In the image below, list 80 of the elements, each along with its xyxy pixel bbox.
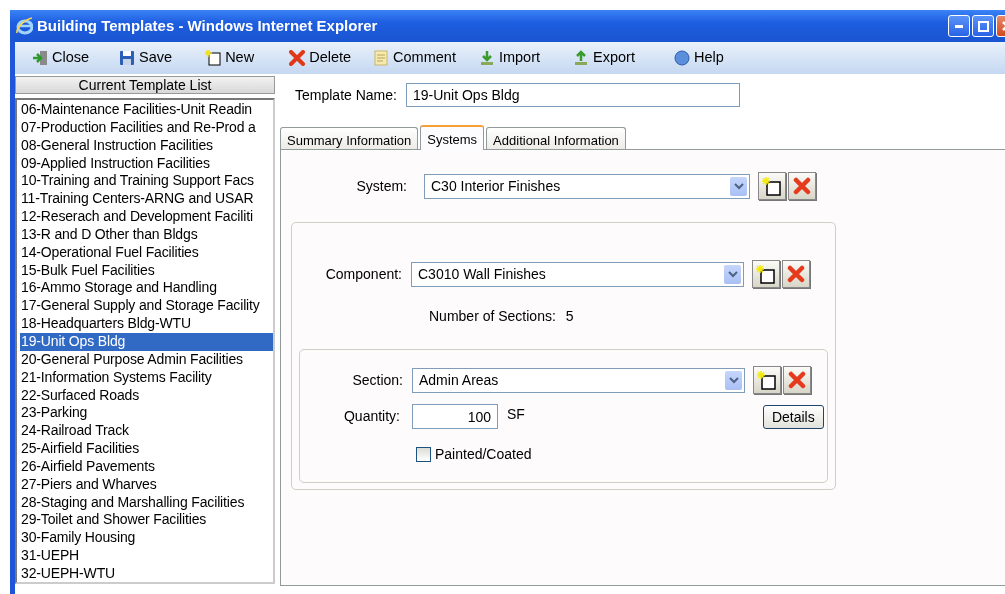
list-item[interactable]: 19-Unit Ops Bldg [20, 332, 273, 351]
x-mark-icon [788, 371, 806, 389]
list-item[interactable]: 31-UEPH [20, 547, 273, 565]
new-page-icon [762, 176, 782, 196]
exit-door-icon [32, 50, 48, 66]
tab[interactable]: Additional Information [486, 127, 626, 149]
browser-logo-icon [16, 17, 33, 35]
list-item[interactable]: 07-Production Facilities and Re-Prod a [20, 118, 273, 137]
list-item[interactable]: 28-Staging and Marshalling Facilities [20, 493, 273, 512]
template-name-field[interactable]: 19-Unit Ops Bldg [405, 83, 740, 107]
list-item[interactable]: 18-Headquarters Bldg-WTU [20, 315, 273, 333]
list-item[interactable]: 15-Bulk Fuel Facilities [20, 261, 273, 280]
field-label: System: [355, 176, 407, 196]
list-item[interactable]: 22-Surfaced Roads [20, 386, 273, 405]
dropdown[interactable]: C30 Interior Finishes [424, 173, 750, 199]
list-item[interactable]: 17-General Supply and Storage Facility [20, 297, 273, 316]
download-arrow-icon [478, 50, 495, 66]
list-item[interactable]: 32-UEPH-WTU [20, 564, 273, 582]
list-item[interactable]: 20-General Purpose Admin Facilities [20, 350, 273, 369]
list-item[interactable]: 24-Railroad Track [20, 422, 273, 441]
delete-button[interactable] [788, 172, 816, 200]
tab[interactable]: Summary Information [280, 127, 419, 149]
list-item[interactable]: 13-R and D Other than Bldgs [20, 225, 273, 244]
dropdown[interactable]: Admin Areas [412, 367, 745, 393]
unit-label: SF [507, 405, 525, 424]
toolbar-button[interactable]: Help [673, 47, 724, 69]
toolbar-button[interactable]: Delete [289, 47, 352, 69]
details-button[interactable]: Details [762, 404, 824, 429]
x-mark-icon [289, 50, 306, 66]
list-header: Current Template List [15, 76, 275, 94]
list-item[interactable]: 16-Ammo Storage and Handling [20, 279, 273, 298]
quantity-field[interactable]: 100 [412, 404, 498, 429]
list-item[interactable]: 21-Information Systems Facility [20, 368, 273, 387]
upload-arrow-icon [573, 50, 590, 66]
minimize-button[interactable] [948, 15, 970, 37]
list-item[interactable]: 08-General Instruction Facilities [20, 136, 273, 155]
maximize-icon [977, 20, 989, 32]
add-button[interactable] [758, 172, 786, 200]
list-item[interactable]: 06-Maintenance Facilities-Unit Readin [20, 101, 273, 119]
new-page-icon [756, 264, 776, 284]
window-title: Building Templates - Windows Internet Explorer [37, 15, 379, 36]
toolbar-button[interactable]: Save [119, 47, 173, 69]
field-label: Template Name: [295, 85, 397, 105]
delete-button[interactable] [782, 260, 810, 288]
help-icon [673, 50, 690, 66]
add-button[interactable] [752, 260, 780, 288]
list-item[interactable]: 11-Training Centers-ARNG and USAR [20, 190, 273, 209]
dropdown[interactable]: C3010 Wall Finishes [411, 261, 744, 287]
tab[interactable]: Systems [420, 125, 485, 150]
new-page-icon [757, 370, 777, 390]
section-count: 5 [565, 307, 574, 326]
x-mark-icon [787, 265, 805, 283]
list-item[interactable]: 09-Applied Instruction Facilities [20, 154, 273, 173]
list-item[interactable]: 14-Operational Fuel Facilities [20, 243, 273, 262]
list-item[interactable]: 25-Airfield Facilities [20, 440, 273, 458]
minimize-icon [955, 24, 963, 28]
list-item[interactable]: 30-Family Housing [20, 529, 273, 548]
list-item[interactable]: 27-Piers and Wharves [20, 475, 273, 494]
new-page-icon [205, 50, 222, 66]
x-mark-icon [793, 177, 811, 195]
toolbar-button[interactable]: Close [32, 47, 90, 69]
add-button[interactable] [753, 366, 781, 394]
checkbox[interactable] [416, 447, 431, 462]
field-label: Section: [351, 370, 403, 390]
toolbar-button[interactable]: Import [478, 47, 541, 69]
list-item[interactable]: 29-Toilet and Shower Facilities [20, 511, 273, 530]
list-item[interactable]: 23-Parking [20, 404, 273, 423]
note-icon [373, 50, 390, 66]
toolbar-button[interactable]: Comment [373, 47, 456, 69]
list-item[interactable]: 10-Training and Training Support Facs [20, 172, 273, 191]
checkbox-label: Painted/Coated [435, 445, 532, 464]
toolbar-button[interactable]: New [205, 47, 255, 69]
maximize-button[interactable] [972, 15, 994, 37]
list-item[interactable]: 12-Reserach and Development Faciliti [20, 208, 273, 226]
field-label: Number of Sections: [429, 307, 556, 326]
delete-button[interactable] [783, 366, 811, 394]
field-label: Component: [324, 264, 402, 284]
list-item[interactable]: 26-Airfield Pavements [20, 457, 273, 476]
field-label: Quantity: [342, 407, 400, 426]
toolbar-button[interactable]: Export [573, 47, 635, 69]
